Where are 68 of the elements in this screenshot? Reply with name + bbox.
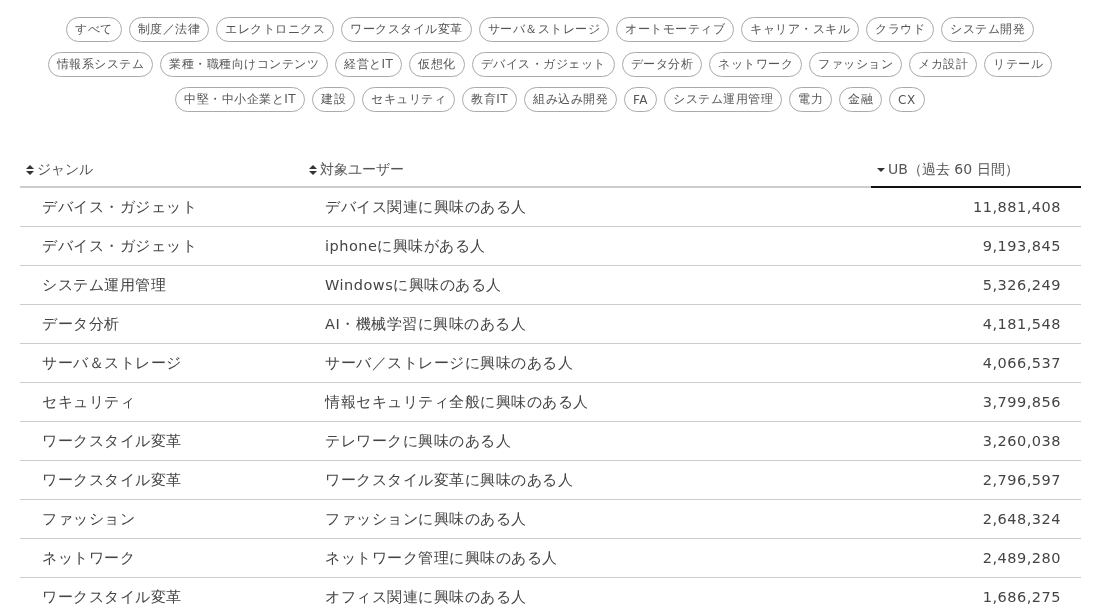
target-user-cell-text: ネットワーク管理に興味のある人 bbox=[324, 548, 559, 568]
sort-desc-icon bbox=[877, 165, 885, 175]
genre-tag[interactable]: リテール bbox=[984, 52, 1053, 77]
genre-tag[interactable]: CX bbox=[889, 87, 925, 112]
genre-cell-text: デバイス・ガジェット bbox=[41, 197, 198, 217]
genre-cell-text: データ分析 bbox=[41, 314, 121, 334]
genre-cell-text: サーバ＆ストレージ bbox=[41, 353, 183, 373]
ub-count-cell-text: 3,260,038 bbox=[981, 433, 1062, 449]
ub-count-cell-text: 3,799,856 bbox=[981, 394, 1062, 410]
ub-count-cell-text: 2,489,280 bbox=[981, 550, 1062, 566]
genre-cell-text: ワークスタイル変革 bbox=[41, 431, 183, 451]
ub-count-cell-text: 1,686,275 bbox=[981, 589, 1062, 605]
genre-tag[interactable]: オートモーティブ bbox=[616, 17, 734, 42]
ub-count-cell-text: 2,648,324 bbox=[981, 511, 1062, 527]
genre-tag[interactable]: ワークスタイル変革 bbox=[341, 17, 472, 42]
genre-cell-text: ネットワーク bbox=[41, 548, 136, 568]
ub-count-cell-text: 9,193,845 bbox=[981, 238, 1062, 254]
genre-cell-text: ファッション bbox=[41, 509, 136, 529]
genre-tag[interactable]: 金融 bbox=[839, 87, 883, 112]
column-header[interactable]: UB（過去 60 日間） bbox=[871, 160, 1081, 188]
ub-count-cell-text: 2,796,597 bbox=[981, 472, 1062, 488]
target-user-cell-text: ファッションに興味のある人 bbox=[324, 509, 528, 529]
genre-cell-text: システム運用管理 bbox=[41, 275, 167, 295]
genre-tag[interactable]: FA bbox=[624, 87, 658, 112]
genre-tag[interactable]: キャリア・スキル bbox=[741, 17, 859, 42]
sort-icon bbox=[26, 165, 34, 175]
sort-icon bbox=[309, 165, 317, 175]
genre-cell-text: セキュリティ bbox=[41, 392, 136, 412]
target-user-cell-text: 情報セキュリティ全般に興味のある人 bbox=[323, 392, 590, 412]
genre-tag[interactable]: 組み込み開発 bbox=[524, 87, 618, 112]
genre-tag[interactable]: 建設 bbox=[312, 87, 356, 112]
genre-tag[interactable]: セキュリティ bbox=[362, 87, 456, 112]
genre-tag[interactable]: クラウド bbox=[866, 17, 934, 42]
ub-count-cell-text: 11,881,408 bbox=[971, 199, 1062, 215]
target-user-cell-text: AI・機械学習に興味のある人 bbox=[324, 314, 528, 334]
genre-tag[interactable]: 制度／法律 bbox=[128, 17, 209, 42]
genre-cell-text: デバイス・ガジェット bbox=[41, 236, 198, 256]
ub-count-cell-text: 4,181,548 bbox=[981, 316, 1062, 332]
genre-tag[interactable]: システム運用管理 bbox=[664, 87, 783, 112]
genre-tag[interactable]: データ分析 bbox=[621, 52, 703, 77]
genre-tag[interactable]: 電力 bbox=[789, 87, 833, 112]
target-user-cell-text: オフィス関連に興味のある人 bbox=[324, 587, 528, 606]
genre-tag[interactable]: 中堅・中小企業とIT bbox=[175, 87, 306, 112]
column-header[interactable]: 対象ユーザー bbox=[303, 160, 871, 186]
ub-count-cell-text: 4,066,537 bbox=[981, 355, 1062, 371]
genre-tag[interactable]: エレクトロニクス bbox=[216, 17, 334, 42]
target-user-cell-text: iphoneに興味がある人 bbox=[324, 236, 487, 256]
genre-tag[interactable]: 経営とIT bbox=[335, 52, 403, 77]
ub-count-cell-text: 5,326,249 bbox=[981, 277, 1062, 293]
target-user-cell-text: デバイス関連に興味のある人 bbox=[324, 197, 528, 217]
target-user-cell-text: サーバ／ストレージに興味のある人 bbox=[324, 353, 574, 373]
genre-tag[interactable]: ファッション bbox=[809, 52, 903, 77]
target-user-cell-text: ワークスタイル変革に興味のある人 bbox=[324, 470, 574, 490]
genre-tag[interactable]: デバイス・ガジェット bbox=[471, 52, 615, 77]
column-header[interactable]: ジャンル bbox=[20, 160, 303, 186]
genre-tag[interactable]: ネットワーク bbox=[709, 52, 803, 77]
genre-cell-text: ワークスタイル変革 bbox=[41, 587, 183, 606]
genre-cell-text: ワークスタイル変革 bbox=[41, 470, 183, 490]
target-user-cell-text: テレワークに興味のある人 bbox=[324, 431, 512, 451]
genre-tag[interactable]: システム開発 bbox=[941, 17, 1034, 42]
genre-tag[interactable]: 業種・職種向けコンテンツ bbox=[160, 52, 329, 77]
target-user-cell-text: Windowsに興味のある人 bbox=[324, 275, 503, 295]
genre-tag[interactable]: すべて bbox=[66, 17, 122, 42]
genre-tag[interactable]: サーバ＆ストレージ bbox=[478, 17, 609, 42]
genre-tag[interactable]: メカ設計 bbox=[909, 52, 978, 77]
genre-tag[interactable]: 仮想化 bbox=[409, 52, 465, 77]
genre-tag[interactable]: 情報系システム bbox=[47, 52, 154, 77]
genre-tag[interactable]: 教育IT bbox=[462, 87, 518, 112]
